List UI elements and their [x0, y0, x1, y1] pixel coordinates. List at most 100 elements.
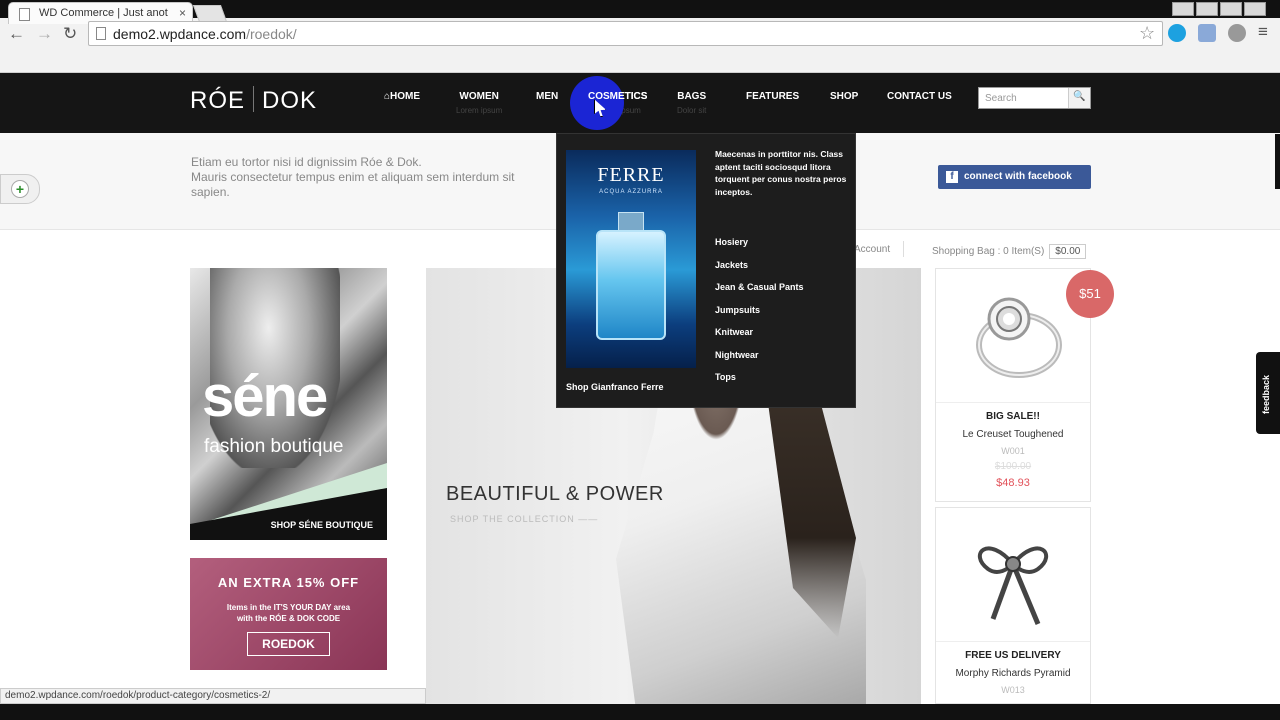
- nav-label: WOMEN: [459, 91, 499, 102]
- nav-label: CONTACT US: [887, 91, 952, 102]
- shopping-bag[interactable]: Shopping Bag : 0 Item(S) $0.00: [932, 244, 1087, 259]
- nav-label: FEATURES: [746, 91, 800, 102]
- tab-title: WD Commerce | Just anot: [39, 7, 168, 19]
- product-image: [936, 508, 1090, 642]
- page-favicon-icon: [19, 8, 30, 21]
- nav-bags[interactable]: BAGS Dolor sit: [677, 91, 706, 115]
- bookmark-star-icon[interactable]: ☆: [1139, 23, 1155, 44]
- product-card[interactable]: FREE US DELIVERY Morphy Richards Pyramid…: [935, 507, 1091, 704]
- back-icon[interactable]: ←: [8, 24, 25, 44]
- scrollbar-thumb[interactable]: [1275, 134, 1280, 189]
- perfume-bottle: [596, 230, 666, 340]
- account-link[interactable]: Account: [854, 244, 890, 255]
- url-path: /roedok/: [246, 26, 297, 42]
- minimize-button[interactable]: [1196, 2, 1218, 16]
- banner-text: Items in the IT'S YOUR DAY area with the…: [190, 602, 387, 624]
- banner-text-line: Items in the IT'S YOUR DAY area: [226, 603, 351, 612]
- menu-item[interactable]: Knitwear: [715, 327, 804, 350]
- nav-women[interactable]: WOMEN Lorem ipsum: [456, 91, 502, 115]
- connect-facebook-button[interactable]: f connect with facebook: [938, 165, 1091, 189]
- extra-off-banner[interactable]: AN EXTRA 15% OFF Items in the IT'S YOUR …: [190, 558, 387, 670]
- hero-subtitle-text: SHOP THE COLLECTION: [450, 514, 575, 524]
- nav-men[interactable]: MEN: [536, 91, 558, 102]
- banner-text-line: with the RÓE & DOK CODE: [236, 614, 341, 623]
- sale-badge: $51: [1066, 270, 1114, 318]
- hero-subtitle[interactable]: SHOP THE COLLECTION ——: [450, 514, 598, 524]
- menu-item[interactable]: Hosiery: [715, 237, 804, 260]
- nav-home[interactable]: ⌂HOME: [384, 91, 420, 102]
- page-icon: [96, 27, 106, 40]
- skype-icon[interactable]: [1168, 24, 1186, 42]
- forward-icon[interactable]: →: [36, 24, 53, 44]
- menu-icon[interactable]: ≡: [1258, 22, 1268, 42]
- hero-title: BEAUTIFUL & POWER: [446, 483, 664, 505]
- menu-item[interactable]: Nightwear: [715, 350, 804, 373]
- bottle-cap: [618, 212, 644, 232]
- product-name[interactable]: Le Creuset Toughened: [936, 429, 1090, 440]
- window-controls: [1172, 2, 1266, 16]
- new-tab-button[interactable]: [192, 5, 228, 22]
- image-brand: FERRE: [597, 164, 665, 186]
- close-window-button[interactable]: [1244, 2, 1266, 16]
- nav-label: SHOP: [830, 91, 859, 102]
- search-input[interactable]: Search 🔍: [978, 87, 1091, 109]
- browser-chrome: WD Commerce | Just anot × ← → ↻ demo2.wp…: [0, 2, 1280, 73]
- nav-sublabel: Lorem ipsum: [456, 106, 503, 115]
- nav-label: BAGS: [677, 91, 707, 102]
- nav-label: HOME: [390, 91, 421, 102]
- nav-label: COSMETICS: [588, 91, 648, 102]
- product-label: BIG SALE!!: [986, 411, 1040, 422]
- nav-features[interactable]: FEATURES: [746, 91, 799, 102]
- address-bar[interactable]: demo2.wpdance.com/roedok/ ☆: [88, 21, 1163, 46]
- menu-item[interactable]: Jackets: [715, 260, 804, 283]
- banner-cta[interactable]: SHOP SÉNE BOUTIQUE: [271, 520, 373, 530]
- sene-boutique-banner[interactable]: séne fashion boutique SHOP SÉNE BOUTIQUE: [190, 268, 387, 540]
- banner-tagline: fashion boutique: [204, 436, 344, 457]
- facebook-label: connect with facebook: [964, 171, 1072, 182]
- info-line-text: Mauris consectetur tempus enim et aliqua…: [191, 170, 515, 184]
- menu-item[interactable]: Jean & Casual Pants: [715, 282, 804, 305]
- nav-contact-us[interactable]: CONTACT US: [887, 91, 952, 102]
- bag-label: Shopping Bag : 0 Item(S): [932, 246, 1045, 257]
- ferre-product-image[interactable]: FERRE ACQUA AZZURRA: [566, 150, 696, 368]
- divider: [903, 241, 904, 257]
- nav-cosmetics-label-overlay: COSMETICS: [588, 91, 647, 102]
- banner-title: AN EXTRA 15% OFF: [217, 575, 360, 590]
- extension-icon[interactable]: [1228, 24, 1246, 42]
- reload-icon[interactable]: ↻: [63, 24, 77, 44]
- mega-menu-caption[interactable]: Shop Gianfranco Ferre: [566, 382, 664, 392]
- camera-icon[interactable]: [1198, 24, 1216, 42]
- feedback-tab[interactable]: feedback: [1256, 352, 1280, 434]
- search-icon[interactable]: 🔍: [1068, 88, 1090, 108]
- nav-shop[interactable]: SHOP: [830, 91, 858, 102]
- cosmetics-mega-menu: FERRE ACQUA AZZURRA Shop Gianfranco Ferr…: [556, 133, 856, 408]
- bow-brooch-image: [977, 546, 1049, 625]
- feedback-label: feedback: [1261, 374, 1271, 414]
- mega-menu-links: Hosiery Jackets Jean & Casual Pants Jump…: [715, 237, 804, 395]
- image-brand-sub: ACQUA AZZURRA: [599, 189, 663, 195]
- tab-close-icon[interactable]: ×: [179, 6, 186, 20]
- product-sku: W013: [1001, 685, 1025, 695]
- product-sku: W001: [1001, 446, 1025, 456]
- product-old-price: $100.00: [994, 461, 1032, 472]
- user-icon[interactable]: [1172, 2, 1194, 16]
- search-placeholder: Search: [985, 93, 1017, 104]
- maximize-button[interactable]: [1220, 2, 1242, 16]
- product-name[interactable]: Morphy Richards Pyramid: [936, 668, 1090, 679]
- plus-icon: +: [11, 180, 29, 198]
- product-label: FREE US DELIVERY: [965, 650, 1061, 661]
- expand-toggle[interactable]: +: [0, 174, 40, 204]
- browser-status-bar: demo2.wpdance.com/roedok/product-categor…: [0, 688, 426, 704]
- facebook-icon: f: [946, 171, 958, 183]
- menu-item[interactable]: Tops: [715, 372, 804, 395]
- product-price: $48.93: [996, 477, 1030, 489]
- promo-code: ROEDOK: [247, 632, 330, 656]
- banner-brand: séne: [202, 364, 328, 429]
- nav-sublabel: Dolor sit: [677, 106, 707, 115]
- site-header: RÓEDOK ⌂HOME WOMENLorem ipsum MEN COSMET…: [0, 73, 1280, 133]
- os-bottom-bar: [0, 704, 1280, 720]
- nav-label: MEN: [536, 91, 559, 102]
- bag-price: $0.00: [1049, 244, 1087, 259]
- url-host: demo2.wpdance.com: [113, 26, 247, 42]
- menu-item[interactable]: Jumpsuits: [715, 305, 804, 328]
